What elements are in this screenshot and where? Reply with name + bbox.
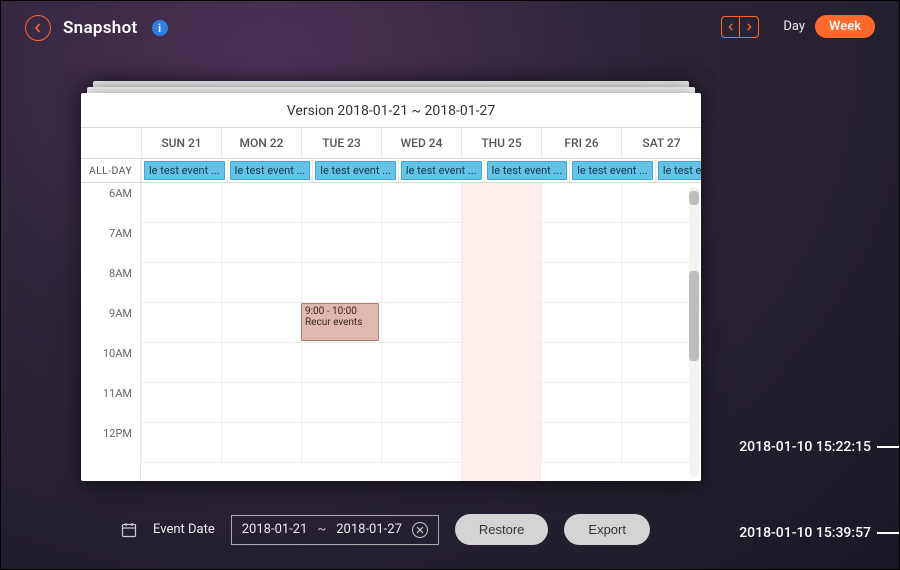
restore-button[interactable]: Restore — [455, 514, 549, 545]
allday-event[interactable]: le test event ... — [315, 161, 396, 180]
view-week-button[interactable]: Week — [815, 15, 875, 38]
time-label: 12PM — [81, 427, 140, 467]
snapshot-card: Version 2018-01-21 ~ 2018-01-27 SUN 21 M… — [81, 93, 701, 481]
day-header[interactable]: SAT 27 — [621, 128, 701, 158]
allday-event[interactable]: le test event ... — [144, 161, 225, 180]
export-button[interactable]: Export — [564, 514, 650, 545]
page-title: Snapshot — [63, 18, 138, 38]
clear-date-button[interactable] — [412, 522, 428, 538]
time-label: 11AM — [81, 387, 140, 427]
allday-event[interactable]: le test event ... — [658, 161, 701, 180]
footer-bar: Event Date 2018-01-21 ~ 2018-01-27 Resto… — [121, 514, 650, 545]
scrollbar[interactable] — [689, 187, 699, 477]
allday-event[interactable]: le test event ... — [401, 161, 482, 180]
allday-label: ALL-DAY — [81, 159, 141, 182]
prev-week-button[interactable] — [722, 17, 740, 37]
chevron-right-icon — [745, 23, 753, 31]
week-nav — [721, 16, 759, 38]
calendar-icon — [121, 522, 137, 538]
allday-event[interactable]: le test event ... — [230, 161, 311, 180]
timeline-timestamp[interactable]: 2018-01-10 15:22:15 — [739, 439, 899, 455]
allday-event[interactable]: le test event ... — [572, 161, 653, 180]
date-range-input[interactable]: 2018-01-21 ~ 2018-01-27 — [231, 515, 439, 545]
timeline-tick — [877, 446, 899, 448]
today-highlight — [461, 183, 541, 481]
allday-row: ALL-DAY le test event ... le test event … — [81, 159, 701, 183]
date-end: 2018-01-27 — [336, 522, 402, 537]
event-time: 9:00 - 10:00 — [305, 306, 375, 317]
timeline-tick — [877, 532, 899, 534]
timeline-timestamp[interactable]: 2018-01-10 15:39:57 — [739, 525, 899, 541]
scroll-arrow-up[interactable] — [689, 191, 699, 205]
date-sep: ~ — [317, 522, 326, 537]
time-label: 7AM — [81, 227, 140, 267]
time-label: 8AM — [81, 267, 140, 307]
allday-event[interactable]: le test event ... — [487, 161, 568, 180]
day-header[interactable]: SUN 21 — [141, 128, 221, 158]
day-header-row: SUN 21 MON 22 TUE 23 WED 24 THU 25 FRI 2… — [81, 128, 701, 159]
date-start: 2018-01-21 — [242, 522, 308, 537]
calendar-event[interactable]: 9:00 - 10:00Recur events — [301, 303, 379, 341]
time-label: 6AM — [81, 187, 140, 227]
day-header[interactable]: MON 22 — [221, 128, 301, 158]
version-label: Version 2018-01-21 ~ 2018-01-27 — [81, 93, 701, 127]
header-corner — [81, 128, 141, 158]
chevron-left-icon — [727, 23, 735, 31]
event-date-label: Event Date — [153, 522, 215, 537]
day-header[interactable]: THU 25 — [461, 128, 541, 158]
time-grid[interactable]: 9:00 - 10:00Recur events — [141, 183, 701, 481]
close-icon — [416, 526, 424, 534]
view-day-button[interactable]: Day — [773, 15, 815, 38]
day-header[interactable]: FRI 26 — [541, 128, 621, 158]
next-week-button[interactable] — [740, 17, 758, 37]
scroll-thumb[interactable] — [689, 271, 699, 361]
time-gutter: 6AM 7AM 8AM 9AM 10AM 11AM 12PM — [81, 183, 141, 481]
back-button[interactable] — [25, 15, 51, 41]
view-toggle: Day Week — [773, 15, 875, 38]
time-label: 10AM — [81, 347, 140, 387]
time-label: 9AM — [81, 307, 140, 347]
info-icon[interactable]: i — [152, 20, 168, 36]
chevron-left-icon — [33, 23, 43, 33]
day-header[interactable]: TUE 23 — [301, 128, 381, 158]
day-header[interactable]: WED 24 — [381, 128, 461, 158]
event-title: Recur events — [305, 317, 375, 328]
